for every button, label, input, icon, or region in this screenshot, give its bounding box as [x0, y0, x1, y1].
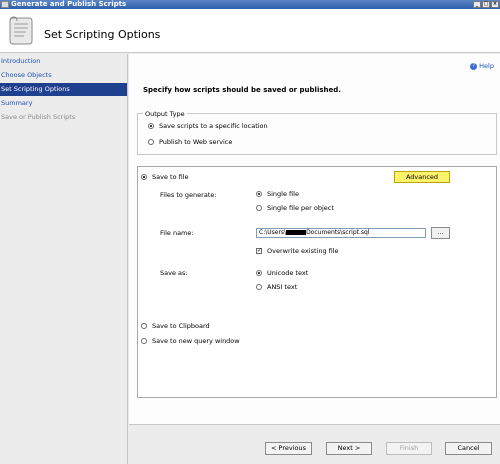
close-button[interactable]: ×	[491, 1, 499, 8]
file-name-label: File name:	[160, 229, 194, 237]
single-file-radio[interactable]	[256, 191, 262, 197]
file-name-input[interactable]: C:\Users\ Documents\script.sql	[256, 228, 426, 238]
previous-button[interactable]: < Previous	[265, 442, 312, 455]
single-file-per-object-radio[interactable]	[256, 205, 262, 211]
single-file-label: Single file	[267, 190, 299, 198]
help-label: Help	[479, 62, 494, 70]
main-content: ? Help Specify how scripts should be sav…	[129, 54, 500, 424]
publish-web-radio[interactable]	[148, 139, 154, 145]
save-to-file-label: Save to file	[152, 173, 189, 181]
browse-button[interactable]: ...	[431, 227, 450, 239]
page-title: Set Scripting Options	[44, 28, 161, 41]
redaction-bar	[286, 230, 307, 235]
single-file-per-object-label: Single file per object	[267, 204, 334, 212]
sidebar-item-summary[interactable]: Summary	[0, 97, 127, 110]
file-name-suffix: Documents\script.sql	[306, 229, 370, 236]
wizard-sidebar: Introduction Choose Objects Set Scriptin…	[0, 54, 128, 464]
save-to-file-radio[interactable]	[141, 174, 147, 180]
finish-button: Finish	[386, 442, 432, 455]
save-to-query-window-option[interactable]: Save to new query window	[141, 337, 240, 345]
save-as-label: Save as:	[160, 269, 188, 277]
output-type-legend: Output Type	[143, 110, 187, 118]
window-title: Generate and Publish Scripts	[11, 0, 127, 8]
overwrite-label: Overwrite existing file	[267, 247, 339, 255]
save-to-clipboard-label: Save to Clipboard	[152, 322, 210, 330]
help-link[interactable]: ? Help	[470, 62, 494, 70]
ansi-text-label: ANSI text	[267, 283, 298, 291]
save-to-location-option[interactable]: Save scripts to a specific location	[148, 122, 268, 130]
files-to-generate-label: Files to generate:	[160, 191, 217, 199]
save-to-clipboard-radio[interactable]	[141, 323, 147, 329]
ansi-text-radio[interactable]	[256, 284, 262, 290]
overwrite-option[interactable]: ✓ Overwrite existing file	[256, 247, 339, 255]
sidebar-item-save-or-publish: Save or Publish Scripts	[1, 113, 76, 121]
instruction-text: Specify how scripts should be saved or p…	[143, 86, 341, 94]
window-controls: _ □ ×	[473, 1, 499, 8]
unicode-text-label: Unicode text	[267, 269, 309, 277]
maximize-button[interactable]: □	[482, 1, 490, 8]
window-icon	[1, 1, 9, 8]
single-file-per-object-option[interactable]: Single file per object	[256, 204, 334, 212]
save-to-file-option[interactable]: Save to file	[141, 173, 189, 181]
cancel-button[interactable]: Cancel	[445, 442, 492, 455]
save-options-panel: Save to file Advanced Files to generate:…	[137, 166, 497, 398]
publish-web-option[interactable]: Publish to Web service	[148, 138, 232, 146]
save-to-location-label: Save scripts to a specific location	[159, 122, 268, 130]
unicode-text-option[interactable]: Unicode text	[256, 269, 308, 277]
save-to-query-window-label: Save to new query window	[152, 337, 240, 345]
sidebar-item-introduction[interactable]: Introduction	[0, 55, 127, 68]
wizard-header: Set Scripting Options	[0, 9, 500, 53]
wizard-footer: < Previous Next > Finish Cancel	[129, 424, 500, 464]
next-button[interactable]: Next >	[326, 442, 372, 455]
publish-web-label: Publish to Web service	[159, 138, 233, 146]
help-icon: ?	[470, 62, 478, 70]
scroll-icon	[9, 16, 33, 45]
file-name-prefix: C:\Users\	[259, 229, 287, 236]
overwrite-checkbox[interactable]: ✓	[256, 248, 262, 254]
ansi-text-option[interactable]: ANSI text	[256, 283, 297, 291]
save-to-location-radio[interactable]	[148, 123, 154, 129]
output-type-group: Output Type Save scripts to a specific l…	[137, 110, 497, 155]
save-to-query-window-radio[interactable]	[141, 338, 147, 344]
minimize-button[interactable]: _	[473, 1, 481, 8]
sidebar-item-set-scripting-options[interactable]: Set Scripting Options	[0, 83, 127, 96]
save-to-clipboard-option[interactable]: Save to Clipboard	[141, 322, 210, 330]
unicode-text-radio[interactable]	[256, 270, 262, 276]
sidebar-item-choose-objects[interactable]: Choose Objects	[0, 69, 127, 82]
advanced-button[interactable]: Advanced	[394, 171, 450, 183]
title-bar: Generate and Publish Scripts _ □ ×	[0, 0, 500, 9]
single-file-option[interactable]: Single file	[256, 190, 299, 198]
